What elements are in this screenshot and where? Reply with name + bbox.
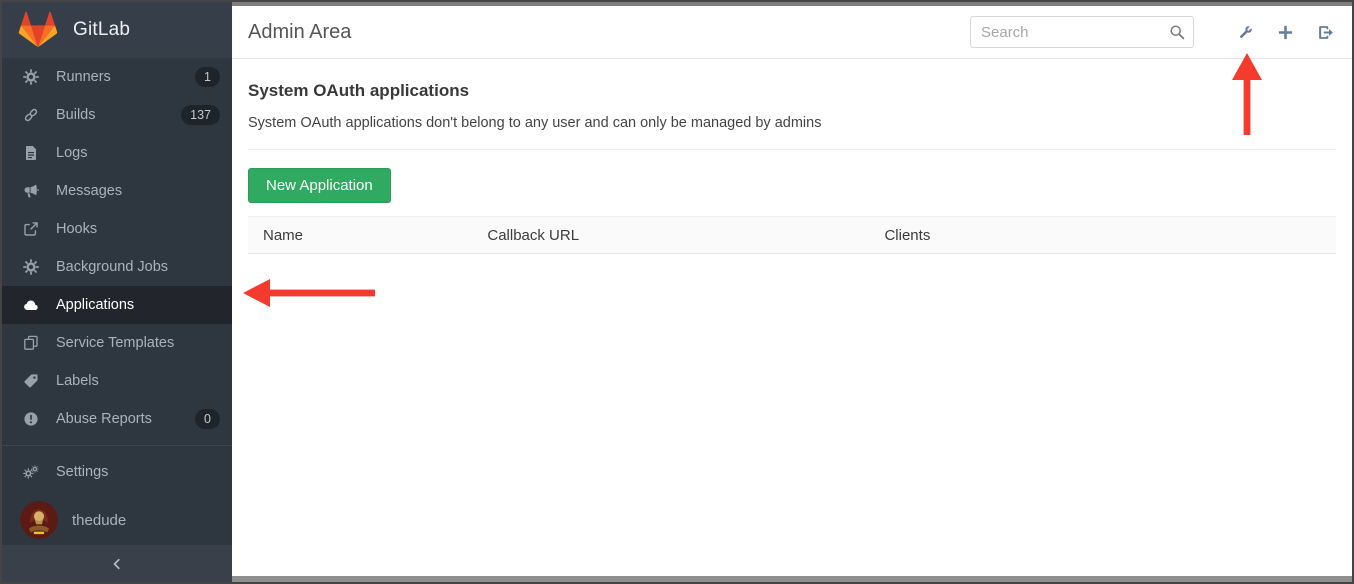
sidebar-item-label: Messages <box>56 183 122 199</box>
sidebar-item-logs[interactable]: Logs <box>2 134 232 172</box>
column-header-clients: Clients <box>884 227 1336 244</box>
file-icon <box>23 145 39 161</box>
page-title: Admin Area <box>248 21 351 44</box>
sidebar-item-applications[interactable]: Applications <box>2 286 232 324</box>
app-window: GitLab Runners 1 Builds 137 Logs Message… <box>0 0 1354 584</box>
gitlab-logo-icon <box>18 11 58 49</box>
top-header: Admin Area <box>232 6 1352 59</box>
annotation-arrow-left <box>243 278 375 308</box>
column-header-name: Name <box>248 227 487 244</box>
exclamation-circle-icon <box>23 411 39 427</box>
new-application-button[interactable]: New Application <box>248 168 391 203</box>
sign-out-icon[interactable] <box>1316 23 1336 42</box>
section-heading: System OAuth applications <box>248 81 1336 101</box>
sidebar-divider <box>2 445 232 446</box>
header-actions <box>970 16 1336 48</box>
brand[interactable]: GitLab <box>2 2 232 58</box>
sidebar-item-label: Settings <box>56 464 108 480</box>
tag-icon <box>23 373 39 389</box>
cogs-icon <box>23 464 39 480</box>
bottom-strip <box>232 576 1352 582</box>
main-panel: System OAuth applications System OAuth a… <box>232 59 1352 254</box>
sidebar: GitLab Runners 1 Builds 137 Logs Message… <box>2 2 232 582</box>
count-badge: 1 <box>195 67 220 88</box>
sidebar-item-label: Service Templates <box>56 335 174 351</box>
username: thedude <box>72 512 126 529</box>
count-badge: 137 <box>181 105 220 126</box>
plus-icon[interactable] <box>1276 23 1296 42</box>
annotation-arrow-up <box>1231 53 1263 135</box>
external-link-icon <box>23 221 39 237</box>
gear-icon <box>23 259 39 275</box>
sidebar-item-labels[interactable]: Labels <box>2 362 232 400</box>
applications-table-header: Name Callback URL Clients <box>248 216 1336 254</box>
searchbox <box>970 16 1194 48</box>
sidebar-item-label: Abuse Reports <box>56 411 152 427</box>
content-area: Admin Area System OAuth applications Sys… <box>232 2 1352 582</box>
gear-icon <box>23 69 39 85</box>
sidebar-user[interactable]: thedude <box>2 491 232 549</box>
search-input[interactable] <box>970 16 1194 48</box>
section-description: System OAuth applications don't belong t… <box>248 115 1336 131</box>
sidebar-item-label: Hooks <box>56 221 97 237</box>
cloud-icon <box>23 297 39 313</box>
sidebar-item-hooks[interactable]: Hooks <box>2 210 232 248</box>
sidebar-item-label: Labels <box>56 373 99 389</box>
sidebar-item-builds[interactable]: Builds 137 <box>2 96 232 134</box>
sidebar-item-label: Runners <box>56 69 111 85</box>
bullhorn-icon <box>23 183 39 199</box>
sidebar-nav: Runners 1 Builds 137 Logs Messages Hooks <box>2 58 232 549</box>
count-badge: 0 <box>195 409 220 430</box>
sidebar-item-label: Builds <box>56 107 96 123</box>
chevron-left-icon <box>110 557 124 571</box>
brand-name: GitLab <box>73 19 130 41</box>
wrench-icon[interactable] <box>1236 23 1256 42</box>
copy-icon <box>23 335 39 351</box>
sidebar-item-settings[interactable]: Settings <box>2 453 232 491</box>
sidebar-item-label: Background Jobs <box>56 259 168 275</box>
link-icon <box>23 107 39 123</box>
divider <box>248 149 1336 150</box>
column-header-callback-url: Callback URL <box>487 227 884 244</box>
sidebar-collapse-button[interactable] <box>2 545 232 582</box>
sidebar-item-label: Logs <box>56 145 87 161</box>
sidebar-item-service-templates[interactable]: Service Templates <box>2 324 232 362</box>
sidebar-item-background-jobs[interactable]: Background Jobs <box>2 248 232 286</box>
sidebar-item-abuse-reports[interactable]: Abuse Reports 0 <box>2 400 232 438</box>
sidebar-item-runners[interactable]: Runners 1 <box>2 58 232 96</box>
avatar <box>20 501 58 539</box>
sidebar-item-messages[interactable]: Messages <box>2 172 232 210</box>
sidebar-item-label: Applications <box>56 297 134 313</box>
